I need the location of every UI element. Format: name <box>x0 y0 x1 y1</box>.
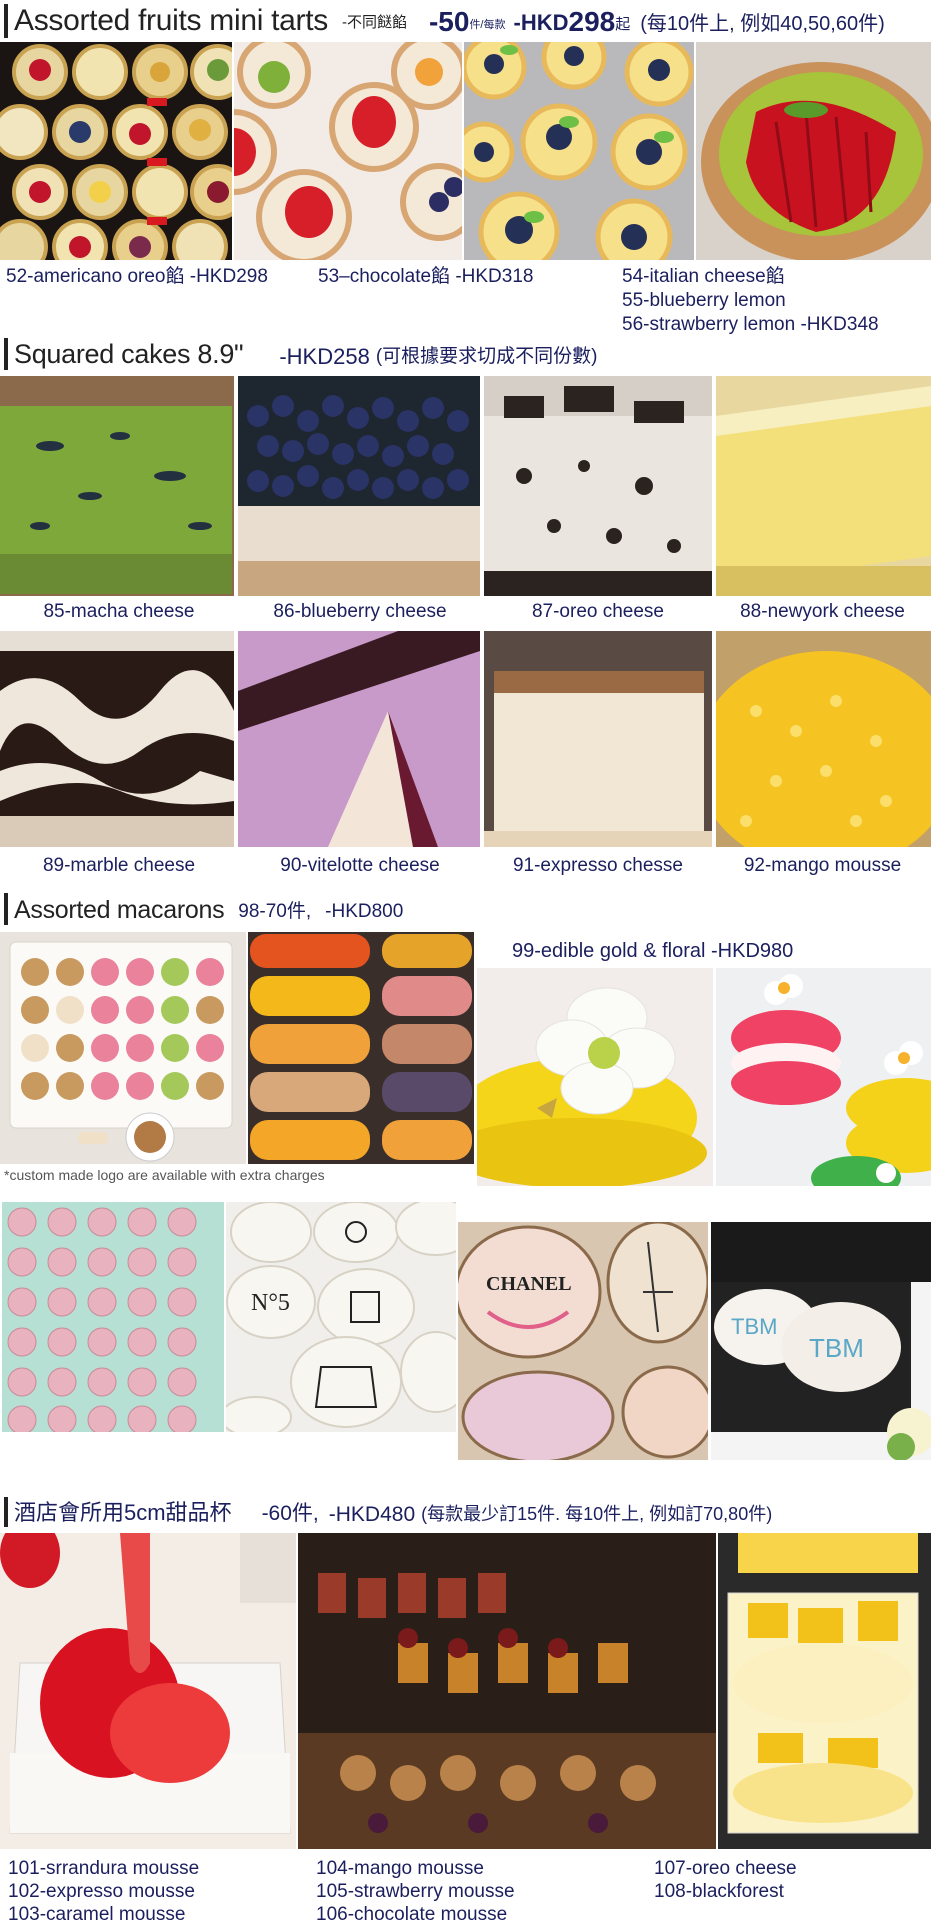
macaron-photo-stack <box>248 932 474 1164</box>
cake-caption-1: 85-macha cheese <box>43 601 195 622</box>
cake-photo-blueberry <box>238 376 480 596</box>
macarons-price: -HKD800 <box>325 901 404 922</box>
macaron-photo-chanel-painted: CHANEL <box>458 1222 708 1460</box>
tart-caption-3c: 56-strawberry lemon -HKD348 <box>622 314 879 335</box>
tarts-extra: (每10件上, 例如40,50,60件) <box>640 13 885 35</box>
macarons-custom-note: *custom made logo are available with ext… <box>4 1167 325 1183</box>
cups-price: -HKD480 <box>328 1503 416 1526</box>
macaron-photo-box <box>0 932 246 1164</box>
cup-caption-102: 102-expresso mousse <box>8 1881 195 1902</box>
squared-title: Squared cakes 8.9" <box>14 339 244 369</box>
page: { "tarts": { "title": "Assorted fruits m… <box>0 0 931 1927</box>
tarts-price-suffix: 起 <box>615 16 631 33</box>
tarts-title: Assorted fruits mini tarts <box>14 4 328 37</box>
cups-title: 酒店會所用5cm甜品杯 <box>14 1500 232 1525</box>
cup-caption-108: 108-blackforest <box>654 1881 784 1902</box>
svg-text:TBM: TBM <box>731 1314 777 1339</box>
section-bar <box>4 338 8 370</box>
cup-photo-strawberry <box>0 1533 296 1849</box>
cup-photo-mango <box>718 1533 931 1849</box>
tart-caption-3a: 54-italian cheese餡 <box>622 266 785 287</box>
cake-caption-2: 86-blueberry cheese <box>273 601 447 622</box>
cake-caption-7: 91-expresso chesse <box>512 855 684 876</box>
cake-photo-expresso <box>484 631 712 847</box>
squared-price: -HKD258 <box>279 344 370 369</box>
svg-text:TBM: TBM <box>809 1333 864 1363</box>
cake-photo-newyork <box>716 376 931 596</box>
tarts-price-prefix: -HKD <box>513 10 569 35</box>
squared-header: Squared cakes 8.9" -HKD258 (可根據要求切成不同份數) <box>4 338 597 370</box>
svg-text:N°5: N°5 <box>251 1290 290 1316</box>
cup-caption-103: 103-caramel mousse <box>8 1904 186 1925</box>
macaron-photo-chanel-white: N°5 <box>226 1202 456 1432</box>
tarts-note: -不同餸餡 <box>341 14 407 31</box>
cake-photo-oreo <box>484 376 712 596</box>
macarons-header: Assorted macarons 98-70件, -HKD800 <box>4 893 403 925</box>
cup-caption-107: 107-oreo cheese <box>654 1858 797 1879</box>
tart-photo-blueberry <box>464 42 694 260</box>
cake-caption-8: 92-mango mousse <box>743 855 902 876</box>
cup-caption-104: 104-mango mousse <box>316 1858 484 1879</box>
cake-photo-vitelotte <box>238 631 480 847</box>
section-bar <box>4 893 8 925</box>
cake-caption-4: 88-newyork cheese <box>740 601 905 622</box>
cups-header: 酒店會所用5cm甜品杯 -60件, -HKD480 (每款最少訂15件. 每10… <box>4 1497 772 1527</box>
tart-photo-dark-tray <box>0 42 232 260</box>
macarons-title: Assorted macarons <box>14 896 225 924</box>
tarts-price: 298 <box>568 6 616 37</box>
tarts-qty: -50 <box>428 6 470 37</box>
cups-qty: -60件, <box>261 1502 319 1525</box>
cake-photo-marble <box>0 631 234 847</box>
cup-caption-105: 105-strawberry mousse <box>316 1881 515 1902</box>
macarons-qty: 98-70件, <box>238 901 312 922</box>
macaron-photo-tbm: TBM TBM <box>711 1222 931 1460</box>
tart-caption-3b: 55-blueberry lemon <box>622 290 786 311</box>
section-bar <box>4 1497 8 1527</box>
cake-caption-3: 87-oreo cheese <box>531 601 665 622</box>
tarts-header: Assorted fruits mini tarts -不同餸餡 -50 件/每… <box>4 4 885 38</box>
cup-caption-101: 101-srrandura mousse <box>8 1858 200 1879</box>
tart-caption-1: 52-americano oreo餡 -HKD298 <box>6 266 268 287</box>
macaron-photo-gold <box>477 968 713 1186</box>
squared-note: (可根據要求切成不同份數) <box>375 346 598 367</box>
tarts-qty-unit: 件/每款 <box>469 19 506 31</box>
cake-photo-mango <box>716 631 931 847</box>
macarons-gold-label: 99-edible gold & floral -HKD980 <box>512 940 794 962</box>
cups-note: (每款最少訂15件. 每10件上, 例如訂70,80件) <box>421 1504 773 1524</box>
cake-caption-6: 90-vitelotte cheese <box>280 855 440 876</box>
tart-photo-large-strawberry <box>696 42 931 260</box>
cake-caption-5: 89-marble cheese <box>42 855 196 876</box>
section-bar <box>4 4 8 38</box>
tart-caption-2: 53–chocolate餡 -HKD318 <box>318 266 534 287</box>
cake-photo-macha <box>0 376 234 596</box>
cup-caption-106: 106-chocolate mousse <box>316 1904 508 1925</box>
macaron-photo-floral <box>716 968 931 1186</box>
cup-photo-buffet <box>298 1533 716 1849</box>
tart-photo-strawberry <box>234 42 462 260</box>
svg-text:CHANEL: CHANEL <box>486 1273 572 1295</box>
macaron-photo-logo-grid <box>2 1202 224 1432</box>
